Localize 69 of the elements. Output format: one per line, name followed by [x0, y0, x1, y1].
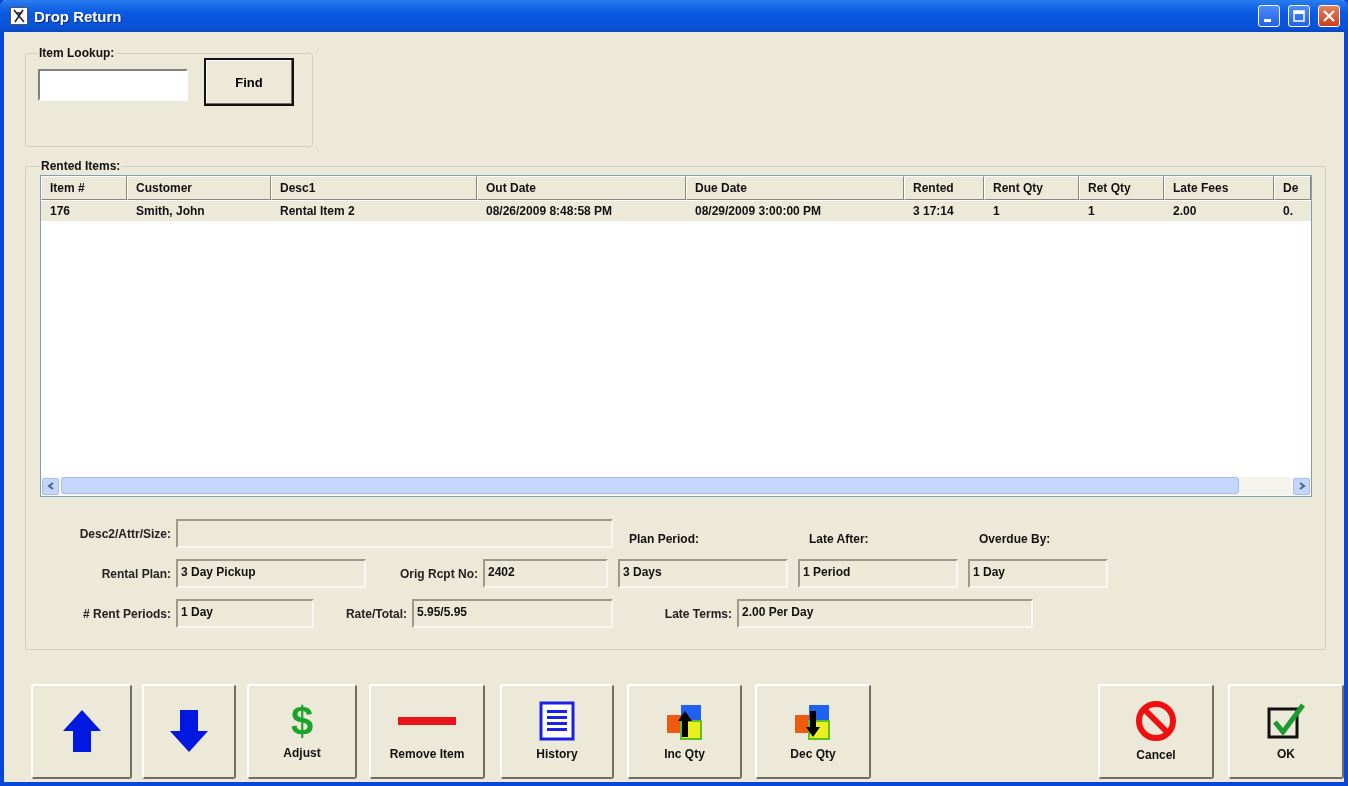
dec-qty-button[interactable]: Dec Qty [755, 684, 871, 779]
column-header[interactable]: Rented [904, 176, 984, 200]
table-cell-text: 2.00 [1172, 203, 1198, 220]
minimize-button[interactable] [1258, 5, 1280, 27]
field-label: Plan Period: [629, 532, 700, 548]
minus-icon [398, 716, 456, 725]
column-header[interactable]: Late Fees [1164, 176, 1274, 200]
scroll-left-button[interactable] [42, 477, 59, 495]
ok-button[interactable]: OK [1228, 684, 1344, 779]
column-header[interactable]: Ret Qty [1079, 176, 1164, 200]
column-header[interactable]: De [1274, 176, 1311, 200]
table-cell-text: 176 [49, 203, 72, 220]
table-cell-text: 1 [992, 203, 1001, 220]
read-only-field: 1 Day [176, 599, 314, 628]
table-row[interactable]: 176 Smith, John Rental Item 2 08/26/2009 8:48:58 PM 08/29/2009 3:00:00 PM 3 17:14 1 1 2.00 0. [41, 201, 1311, 221]
app-icon [10, 7, 28, 25]
no-entry-icon [1135, 699, 1177, 742]
column-header[interactable]: Out Date [477, 176, 686, 200]
field-label: Late After: [809, 532, 870, 548]
read-only-field: 2402 [483, 559, 608, 588]
field-label: Rate/Total: [344, 606, 408, 621]
table-cell-text: 0. [1282, 203, 1294, 220]
field-label: Overdue By: [979, 532, 1052, 548]
column-header[interactable]: Customer [127, 176, 271, 200]
close-button[interactable] [1318, 5, 1340, 27]
table-cell-text: 3 17:14 [912, 203, 955, 220]
column-header[interactable]: Rent Qty [984, 176, 1079, 200]
window-title: Drop Return [34, 7, 123, 25]
read-only-field: 5.95/5.95 [412, 599, 613, 628]
adjust-button[interactable]: $ Adjust [247, 684, 357, 779]
maximize-icon [1292, 9, 1306, 23]
down-arrow-icon [169, 708, 209, 753]
close-icon [1322, 9, 1336, 23]
group-label: Item Lookup: [38, 46, 116, 60]
list-icon [539, 700, 575, 741]
maximize-button[interactable] [1288, 5, 1310, 27]
table-cell-text: Smith, John [135, 203, 206, 220]
field-label: Orig Rcpt No: [399, 566, 479, 581]
left-chevron-icon [46, 482, 55, 490]
column-header[interactable]: Item # [41, 176, 127, 200]
field-label: # Rent Periods: [81, 606, 172, 621]
table-cell-text: 08/26/2009 8:48:58 PM [485, 203, 614, 220]
dollar-icon: $ [290, 701, 314, 740]
inc-qty-button[interactable]: Inc Qty [627, 684, 742, 779]
minimize-icon [1264, 18, 1271, 22]
field-label: Rental Plan: [100, 566, 172, 581]
read-only-field: 1 Period [798, 559, 958, 588]
right-chevron-icon [1297, 482, 1306, 490]
read-only-field: 3 Day Pickup [176, 559, 366, 588]
cancel-button[interactable]: Cancel [1098, 684, 1214, 779]
scroll-right-button[interactable] [1293, 477, 1310, 495]
remove-item-button[interactable]: Remove Item [369, 684, 485, 779]
field-label: Desc2/Attr/Size: [78, 526, 172, 541]
read-only-field: 1 Day [968, 559, 1108, 588]
field-label: Late Terms: [663, 606, 733, 621]
find-button[interactable]: Find [204, 58, 294, 106]
item-lookup-field[interactable] [38, 69, 188, 101]
read-only-field: 3 Days [618, 559, 788, 588]
up-arrow-icon [61, 708, 102, 753]
up-button[interactable] [31, 684, 132, 779]
table-cell-text: 1 [1087, 203, 1096, 220]
table-cell-text: Rental Item 2 [279, 203, 356, 220]
down-button[interactable] [142, 684, 236, 779]
group-label: Rented Items: [40, 159, 122, 173]
read-only-field: 2.00 Per Day [737, 599, 1033, 628]
table-cell-text: 08/29/2009 3:00:00 PM [694, 203, 823, 220]
column-header[interactable]: Due Date [686, 176, 904, 200]
column-header[interactable]: Desc1 [271, 176, 477, 200]
history-button[interactable]: History [500, 684, 614, 779]
